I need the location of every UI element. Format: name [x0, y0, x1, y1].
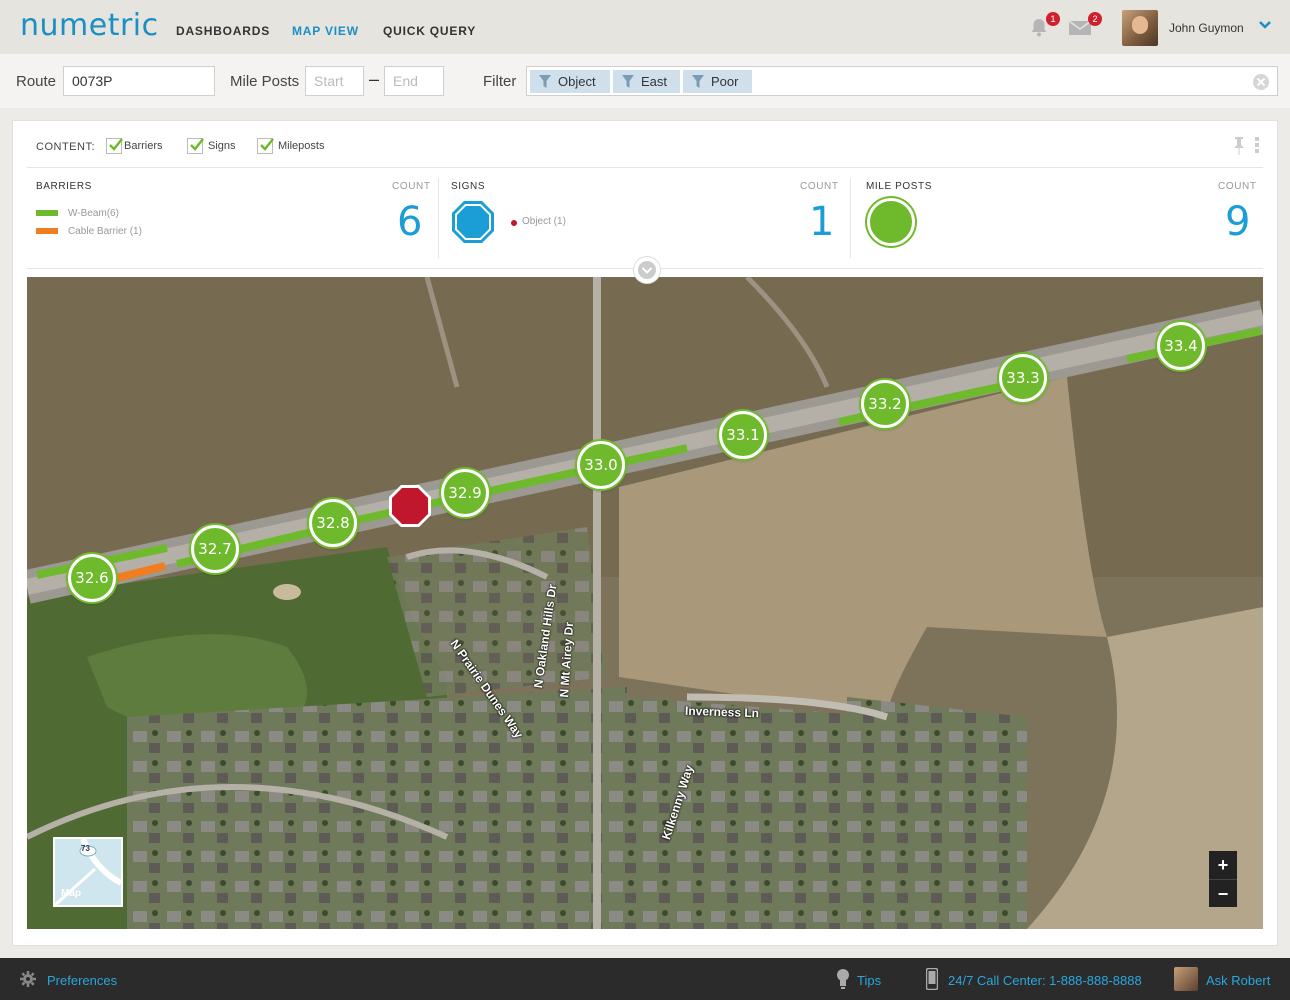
- filter-chip-label: Object: [558, 74, 596, 89]
- clear-filter-icon[interactable]: [1253, 74, 1269, 90]
- preferences-link[interactable]: Preferences: [47, 973, 117, 988]
- tips-link[interactable]: Tips: [857, 973, 881, 988]
- route-label: Route: [16, 73, 57, 90]
- route-input[interactable]: 0073P: [63, 66, 215, 96]
- footer-bar: Preferences Tips 24/7 Call Center: 1-888…: [0, 958, 1290, 1000]
- filter-chip-label: Poor: [711, 74, 739, 89]
- map-type-toggle[interactable]: 73 Map: [53, 837, 123, 907]
- filter-icon: [692, 75, 704, 88]
- barriers-toggle-label[interactable]: Barriers: [124, 140, 163, 152]
- street-label-inverness: Inverness Ln: [684, 703, 760, 721]
- range-dash: –: [369, 69, 380, 89]
- lightbulb-icon: [836, 968, 850, 995]
- map-canvas[interactable]: Inverness Ln N Mt Airey Dr N Oakland Hil…: [27, 277, 1263, 929]
- avatar: [1174, 967, 1198, 991]
- signs-count: 1: [809, 199, 835, 245]
- milepost-marker[interactable]: 32.7: [191, 525, 239, 573]
- milepost-legend-icon: [867, 198, 915, 246]
- signs-checkbox[interactable]: [187, 138, 204, 154]
- milepost-marker[interactable]: 32.9: [441, 469, 489, 517]
- call-center-link[interactable]: 24/7 Call Center: 1-888-888-8888: [948, 973, 1142, 988]
- signs-toggle-label[interactable]: Signs: [208, 140, 236, 152]
- divider: [438, 178, 439, 258]
- filter-chip-label: East: [641, 74, 668, 89]
- phone-icon: [925, 967, 939, 995]
- top-navigation: numetric DASHBOARDS MAP VIEW QUICK QUERY…: [0, 0, 1290, 54]
- mail-icon[interactable]: 2: [1068, 12, 1102, 40]
- pin-icon[interactable]: [1233, 137, 1245, 160]
- nav-quick-query[interactable]: QUICK QUERY: [383, 24, 476, 38]
- zoom-in-button[interactable]: +: [1209, 851, 1237, 879]
- mileposts-toggle-label[interactable]: Mileposts: [278, 140, 324, 152]
- milepost-marker[interactable]: 33.1: [719, 411, 767, 459]
- milepost-end-input[interactable]: End: [384, 66, 444, 96]
- octagon-sign-icon: [450, 199, 496, 250]
- cable-legend-label: Cable Barrier (1): [68, 226, 142, 237]
- cable-legend-swatch: [36, 228, 58, 234]
- milepost-marker[interactable]: 33.0: [577, 441, 625, 489]
- nav-map-view[interactable]: MAP VIEW: [292, 24, 359, 38]
- zoom-out-button[interactable]: −: [1209, 879, 1237, 907]
- user-name[interactable]: John Guymon: [1169, 21, 1244, 35]
- mileposts-label: Mile Posts: [230, 73, 300, 90]
- object-legend-label: Object (1): [522, 216, 566, 227]
- filter-chip-object[interactable]: Object: [530, 70, 610, 93]
- barriers-count-label: COUNT: [392, 181, 431, 192]
- filter-icon: [539, 75, 551, 88]
- barriers-title: BARRIERS: [36, 181, 92, 192]
- mileposts-count: 9: [1225, 199, 1251, 245]
- expand-chevron-icon[interactable]: [633, 256, 661, 284]
- app-logo[interactable]: numetric: [20, 8, 159, 43]
- signs-title: SIGNS: [451, 181, 486, 192]
- filter-input[interactable]: Object East Poor: [526, 66, 1278, 96]
- filter-label: Filter: [483, 73, 517, 90]
- milepost-marker[interactable]: 33.4: [1157, 322, 1205, 370]
- filter-icon: [622, 75, 634, 88]
- more-options-icon[interactable]: [1255, 137, 1259, 153]
- satellite-imagery: [27, 277, 1263, 929]
- barriers-checkbox[interactable]: [106, 138, 123, 154]
- signs-count-label: COUNT: [800, 181, 839, 192]
- mileposts-checkbox[interactable]: [257, 138, 274, 154]
- avatar[interactable]: [1122, 10, 1158, 46]
- minimap-route-shield: 73: [81, 844, 90, 853]
- filter-chip-east[interactable]: East: [613, 70, 680, 93]
- milepost-marker[interactable]: 33.3: [999, 354, 1047, 402]
- messages-badge: 2: [1088, 12, 1102, 26]
- mileposts-title: MILE POSTS: [866, 181, 933, 192]
- gear-icon[interactable]: [20, 971, 36, 992]
- milepost-start-input[interactable]: Start: [305, 66, 364, 96]
- bell-icon[interactable]: 1: [1028, 12, 1060, 40]
- filter-chip-poor[interactable]: Poor: [683, 70, 752, 93]
- wbeam-legend-swatch: [36, 210, 58, 216]
- minimap-label: Map: [61, 888, 81, 899]
- object-legend-dot: [511, 220, 517, 226]
- sign-marker[interactable]: [387, 483, 433, 534]
- ask-robert-link[interactable]: Ask Robert: [1206, 973, 1270, 988]
- content-label: CONTENT:: [36, 141, 95, 153]
- wbeam-legend-label: W-Beam(6): [68, 208, 119, 219]
- milepost-marker[interactable]: 32.8: [309, 499, 357, 547]
- mileposts-count-label: COUNT: [1218, 181, 1257, 192]
- nav-dashboards[interactable]: DASHBOARDS: [176, 24, 270, 38]
- divider: [850, 178, 851, 258]
- milepost-marker[interactable]: 32.6: [68, 554, 116, 602]
- map-panel: CONTENT: Barriers Signs Mileposts BARRIE…: [12, 120, 1278, 946]
- divider: [27, 167, 1263, 168]
- chevron-down-icon[interactable]: [1258, 18, 1272, 36]
- milepost-marker[interactable]: 33.2: [861, 380, 909, 428]
- barriers-count: 6: [397, 199, 423, 245]
- alerts-badge: 1: [1046, 12, 1060, 26]
- route-filter-bar: Route 0073P Mile Posts Start – End Filte…: [0, 54, 1290, 108]
